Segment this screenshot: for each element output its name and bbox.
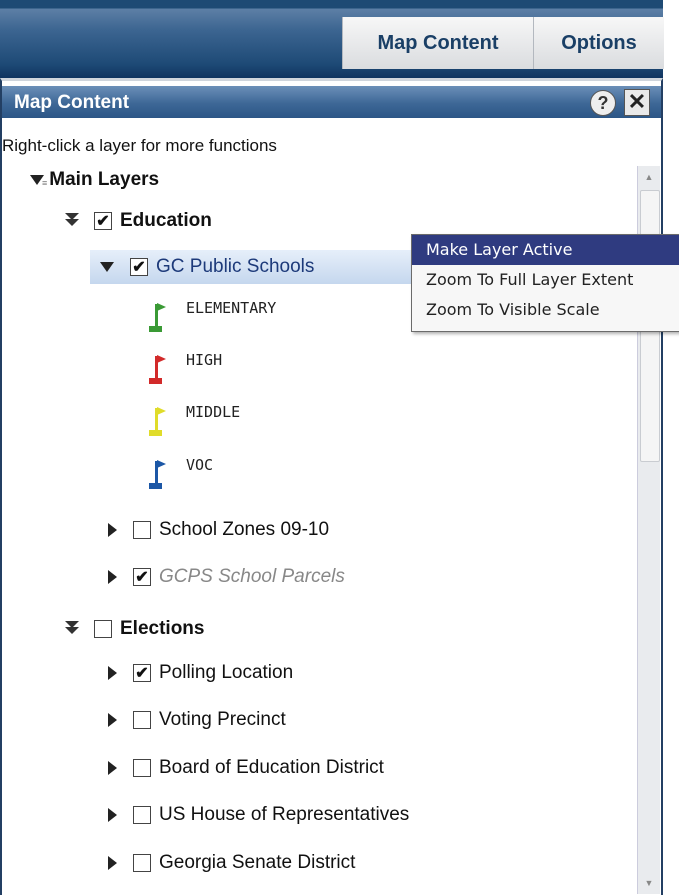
education-label: Education <box>120 210 212 231</box>
legend-item-high: HIGH <box>146 350 222 386</box>
menu-item-zoom-visible-scale[interactable]: Zoom To Visible Scale <box>412 295 679 325</box>
expand-triangle-icon[interactable] <box>108 570 117 584</box>
school-zones-label: School Zones 09-10 <box>159 519 330 540</box>
context-menu: Make Layer Active Zoom To Full Layer Ext… <box>411 234 679 332</box>
gcps-parcels-checkbox[interactable]: ✔ <box>133 568 151 586</box>
tree-node-school-zones[interactable]: School Zones 09-10 <box>108 515 329 545</box>
tree-node-main-layers[interactable]: ≡ Main Layers <box>30 165 159 195</box>
polling-location-checkbox[interactable]: ✔ <box>133 664 151 682</box>
legend-label: HIGH <box>186 351 223 369</box>
list-lines-icon: ≡ <box>42 178 48 188</box>
school-zones-checkbox[interactable] <box>133 521 151 539</box>
tree-node-us-house[interactable]: US House of Representatives <box>108 800 409 830</box>
legend-label: MIDDLE <box>186 403 241 421</box>
collapse-double-arrow-icon[interactable] <box>64 213 80 229</box>
tree-node-polling-location[interactable]: ✔ Polling Location <box>108 658 293 688</box>
education-checkbox[interactable]: ✔ <box>94 212 112 230</box>
panel-header: Map Content ? ✕ <box>2 86 661 118</box>
elections-checkbox[interactable] <box>94 620 112 638</box>
tree-node-education[interactable]: ✔ Education <box>64 206 212 236</box>
us-house-label: US House of Representatives <box>159 804 410 825</box>
gc-public-schools-label: GC Public Schools <box>156 256 315 277</box>
red-flag-icon <box>149 355 166 384</box>
georgia-senate-label: Georgia Senate District <box>159 852 356 873</box>
blue-flag-icon <box>149 460 166 489</box>
board-of-education-checkbox[interactable] <box>133 759 151 777</box>
scroll-up-arrow-icon[interactable]: ▲ <box>638 166 660 188</box>
legend-label: VOC <box>186 456 214 474</box>
expand-triangle-icon[interactable] <box>108 523 117 537</box>
us-house-checkbox[interactable] <box>133 806 151 824</box>
scroll-down-arrow-icon[interactable]: ▼ <box>638 872 660 894</box>
menu-item-zoom-full-extent[interactable]: Zoom To Full Layer Extent <box>412 265 679 295</box>
tree-node-elections[interactable]: Elections <box>64 614 204 644</box>
tab-options[interactable]: Options <box>533 17 664 69</box>
panel-title: Map Content <box>14 92 130 113</box>
menu-item-make-layer-active[interactable]: Make Layer Active <box>412 235 679 265</box>
gc-public-schools-checkbox[interactable]: ✔ <box>130 258 148 276</box>
tree-node-board-of-education[interactable]: Board of Education District <box>108 753 384 783</box>
legend-label: ELEMENTARY <box>186 299 277 317</box>
yellow-flag-icon <box>149 407 166 436</box>
legend-item-elementary: ELEMENTARY <box>146 298 276 334</box>
hint-text: Right-click a layer for more functions <box>2 136 277 155</box>
gcps-parcels-label: GCPS School Parcels <box>159 566 345 587</box>
expand-triangle-icon[interactable] <box>108 856 117 870</box>
tree-node-georgia-senate[interactable]: Georgia Senate District <box>108 848 355 878</box>
expand-triangle-icon[interactable] <box>108 666 117 680</box>
expand-triangle-icon[interactable] <box>108 713 117 727</box>
expand-triangle-icon[interactable] <box>108 761 117 775</box>
legend-item-middle: MIDDLE <box>146 402 240 438</box>
collapse-double-arrow-icon[interactable] <box>64 621 80 637</box>
polling-location-label: Polling Location <box>159 662 294 683</box>
expand-triangle-icon[interactable] <box>108 808 117 822</box>
voting-precinct-label: Voting Precinct <box>159 709 286 730</box>
elections-label: Elections <box>120 618 205 639</box>
legend-item-voc: VOC <box>146 455 213 491</box>
green-flag-icon <box>149 303 166 332</box>
tree-node-gcps-parcels[interactable]: ✔ GCPS School Parcels <box>108 562 345 592</box>
top-toolbar: Map Content Options <box>0 0 664 78</box>
georgia-senate-checkbox[interactable] <box>133 854 151 872</box>
board-of-education-label: Board of Education District <box>159 757 384 778</box>
main-layers-label: Main Layers <box>49 169 160 190</box>
tab-map-content[interactable]: Map Content <box>342 17 533 69</box>
tree-node-gc-public-schools[interactable]: ✔ GC Public Schools <box>90 250 412 284</box>
tree-node-voting-precinct[interactable]: Voting Precinct <box>108 705 286 735</box>
close-icon[interactable]: ✕ <box>624 89 650 116</box>
voting-precinct-checkbox[interactable] <box>133 711 151 729</box>
help-icon[interactable]: ? <box>590 90 616 116</box>
collapse-triangle-icon[interactable] <box>100 262 114 272</box>
